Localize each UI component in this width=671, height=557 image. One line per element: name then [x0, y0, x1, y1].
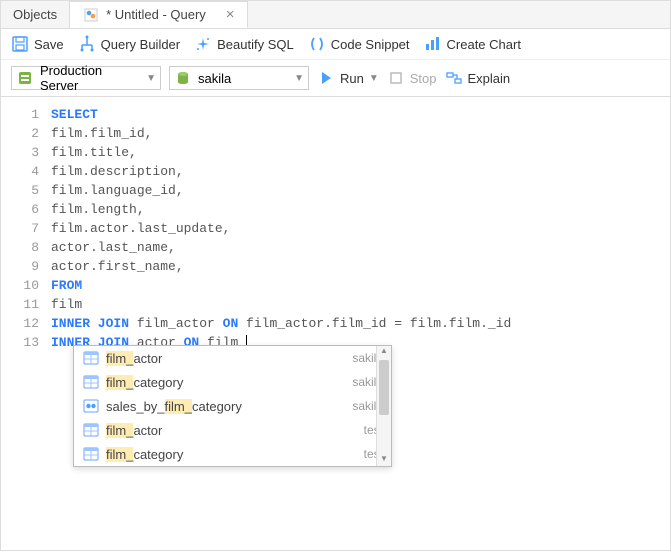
- beautify-button[interactable]: Beautify SQL: [194, 35, 294, 53]
- save-button[interactable]: Save: [11, 35, 64, 53]
- button-label: Create Chart: [447, 37, 521, 52]
- save-icon: [11, 35, 29, 53]
- scroll-thumb[interactable]: [379, 360, 389, 415]
- line-number: 13: [1, 333, 39, 352]
- button-label: Save: [34, 37, 64, 52]
- sparkle-icon: [194, 35, 212, 53]
- close-icon[interactable]: ×: [226, 6, 235, 23]
- chevron-down-icon: ▼: [146, 73, 156, 84]
- create-chart-button[interactable]: Create Chart: [424, 35, 521, 53]
- code-line[interactable]: film.language_id,: [51, 181, 670, 200]
- run-button[interactable]: Run ▼: [317, 69, 379, 87]
- code-line[interactable]: film.actor.last_update,: [51, 219, 670, 238]
- scroll-up-icon[interactable]: ▲: [377, 346, 391, 358]
- code-line[interactable]: film: [51, 295, 670, 314]
- line-number: 2: [1, 124, 39, 143]
- table-icon: [82, 349, 100, 367]
- tab-bar: Objects * Untitled - Query ×: [1, 1, 670, 29]
- line-number: 4: [1, 162, 39, 181]
- code-line[interactable]: FROM: [51, 276, 670, 295]
- chevron-down-icon: ▼: [294, 73, 304, 84]
- line-number: 10: [1, 276, 39, 295]
- item-label: film_category: [106, 375, 346, 390]
- code-line[interactable]: film.length,: [51, 200, 670, 219]
- line-number: 8: [1, 238, 39, 257]
- autocomplete-item[interactable]: film_categorytest: [74, 442, 391, 466]
- chevron-down-icon: ▼: [369, 73, 379, 84]
- item-label: film_actor: [106, 423, 358, 438]
- main-toolbar: Save Query Builder Beautify SQL Code Sni…: [1, 29, 670, 60]
- code-line[interactable]: actor.first_name,: [51, 257, 670, 276]
- code-line[interactable]: actor.last_name,: [51, 238, 670, 257]
- server-select[interactable]: Production Server ▼: [11, 66, 161, 90]
- button-label: Explain: [468, 71, 511, 86]
- button-label: Beautify SQL: [217, 37, 294, 52]
- code-line[interactable]: film.title,: [51, 143, 670, 162]
- button-label: Code Snippet: [331, 37, 410, 52]
- line-number: 7: [1, 219, 39, 238]
- query-builder-icon: [78, 35, 96, 53]
- line-number: 9: [1, 257, 39, 276]
- line-number: 11: [1, 295, 39, 314]
- line-number: 6: [1, 200, 39, 219]
- autocomplete-item[interactable]: film_actortest: [74, 418, 391, 442]
- button-label: Stop: [410, 71, 437, 86]
- button-label: Run: [340, 71, 364, 86]
- item-label: sales_by_film_category: [106, 399, 346, 414]
- database-icon: [174, 69, 192, 87]
- code-line[interactable]: INNER JOIN film_actor ON film_actor.film…: [51, 314, 670, 333]
- item-label: film_category: [106, 447, 358, 462]
- line-gutter: 12345678910111213: [1, 97, 49, 557]
- tab-label: Objects: [13, 7, 57, 22]
- stop-button: Stop: [387, 69, 437, 87]
- line-number: 12: [1, 314, 39, 333]
- autocomplete-item[interactable]: film_categorysakila: [74, 370, 391, 394]
- view-icon: [82, 397, 100, 415]
- code-snippet-button[interactable]: Code Snippet: [308, 35, 410, 53]
- play-icon: [317, 69, 335, 87]
- combo-label: sakila: [198, 71, 231, 86]
- item-label: film_actor: [106, 351, 346, 366]
- code-line[interactable]: film.description,: [51, 162, 670, 181]
- query-builder-button[interactable]: Query Builder: [78, 35, 180, 53]
- explain-icon: [445, 69, 463, 87]
- table-icon: [82, 421, 100, 439]
- autocomplete-item[interactable]: sales_by_film_categorysakila: [74, 394, 391, 418]
- table-icon: [82, 373, 100, 391]
- line-number: 5: [1, 181, 39, 200]
- stop-icon: [387, 69, 405, 87]
- database-select[interactable]: sakila ▼: [169, 66, 309, 90]
- server-icon: [16, 69, 34, 87]
- combo-label: Production Server: [40, 63, 140, 93]
- query-file-icon: [82, 6, 100, 24]
- tab-label: * Untitled - Query: [106, 7, 206, 22]
- line-number: 3: [1, 143, 39, 162]
- code-editor[interactable]: 12345678910111213 SELECTfilm.film_id,fil…: [1, 97, 670, 557]
- code-area[interactable]: SELECTfilm.film_id,film.title,film.descr…: [49, 97, 670, 557]
- chart-icon: [424, 35, 442, 53]
- explain-button[interactable]: Explain: [445, 69, 511, 87]
- autocomplete-popup: film_actorsakilafilm_categorysakilasales…: [73, 345, 392, 467]
- parens-icon: [308, 35, 326, 53]
- connection-toolbar: Production Server ▼ sakila ▼ Run ▼ Stop …: [1, 60, 670, 97]
- autocomplete-item[interactable]: film_actorsakila: [74, 346, 391, 370]
- scrollbar[interactable]: ▲ ▼: [376, 346, 391, 466]
- tab-objects[interactable]: Objects: [1, 1, 70, 28]
- scroll-down-icon[interactable]: ▼: [377, 454, 391, 466]
- code-line[interactable]: film.film_id,: [51, 124, 670, 143]
- tab-query[interactable]: * Untitled - Query ×: [70, 1, 247, 28]
- table-icon: [82, 445, 100, 463]
- button-label: Query Builder: [101, 37, 180, 52]
- line-number: 1: [1, 105, 39, 124]
- code-line[interactable]: SELECT: [51, 105, 670, 124]
